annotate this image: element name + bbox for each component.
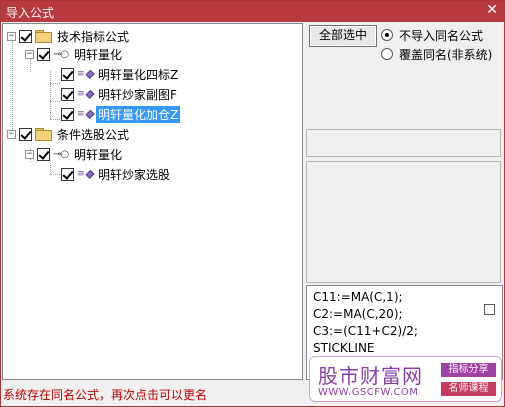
option-skip-same-name[interactable]: 不导入同名公式 [381,27,483,43]
import-formula-dialog: 导入公式 ✕ − 技术指标公式 − ⊸○ 明轩量化 ≡ 明轩量化四标Z ≡ 明轩… [0,0,505,407]
tree-node-formula[interactable]: ≡ 明轩炒家副图F [61,85,179,103]
tree-node-formula-selected[interactable]: ≡ 明轩量化加仓Z [61,105,181,123]
node-checkbox[interactable] [61,67,74,81]
watermark-tag: 名师课程 [441,382,496,396]
watermark-logo: 股市财富网 WWW.GSCFW.COM 指标分享 名师课程 [309,356,502,402]
node-checkbox[interactable] [61,167,74,181]
tree-node-label: 条件选股公式 [57,127,130,142]
info-panel [306,129,501,157]
node-checkbox[interactable] [61,87,74,101]
tree-node-formula[interactable]: ≡ 明轩量化四标Z [61,65,180,83]
radio-selected[interactable] [381,29,393,41]
select-all-button[interactable]: 全部选中 [309,25,377,47]
node-checkbox[interactable] [61,107,74,121]
collapse-icon[interactable]: − [7,31,16,41]
preview-checkbox[interactable] [484,304,495,315]
window-title: 导入公式 [6,6,55,20]
option-label: 不导入同名公式 [399,28,484,43]
watermark-url: WWW.GSCFW.COM [318,387,419,398]
description-panel [306,161,501,283]
node-checkbox[interactable] [37,147,50,161]
collapse-icon[interactable]: − [25,49,34,59]
radio-unselected[interactable] [381,48,393,60]
key-icon: ⊸○ [53,148,69,160]
formula-tree[interactable]: − 技术指标公式 − ⊸○ 明轩量化 ≡ 明轩量化四标Z ≡ 明轩炒家副图F ≡… [2,23,303,380]
close-icon[interactable]: ✕ [486,2,498,18]
folder-icon [35,30,52,43]
status-message: 系统存在同名公式，再次点击可以更名 [3,388,208,402]
node-checkbox[interactable] [37,47,50,61]
watermark-tag: 指标分享 [441,363,496,377]
formula-icon: ≡ [77,88,95,100]
watermark-brand: 股市财富网 [318,364,423,388]
collapse-icon[interactable]: − [25,149,34,159]
code-line: STICKLINE [313,341,375,355]
node-checkbox[interactable] [19,29,32,43]
tree-node-group[interactable]: − ⊸○ 明轩量化 [25,45,124,63]
tree-node-stock-screen[interactable]: − 条件选股公式 [7,125,131,143]
formula-icon: ≡ [77,168,95,180]
tree-node-tech-indicators[interactable]: − 技术指标公式 [7,27,131,45]
tree-node-label: 明轩量化 [74,47,123,62]
tree-node-formula[interactable]: ≡ 明轩炒家选股 [61,165,172,183]
key-icon: ⊸○ [53,48,69,60]
node-checkbox[interactable] [19,127,32,141]
option-overwrite-same-name[interactable]: 覆盖同名(非系统) [381,46,492,62]
collapse-icon[interactable]: − [7,129,16,139]
title-bar: 导入公式 ✕ [1,1,504,22]
code-line: C11:=MA(C,1); [313,290,403,304]
code-line: C3:=(C11+C2)/2; [313,324,418,338]
formula-icon: ≡ [77,68,95,80]
tree-node-label: 明轩量化 [74,147,123,162]
tree-node-label: 明轩炒家选股 [98,167,171,182]
tree-node-label: 明轩炒家副图F [98,87,177,102]
tree-node-label: 明轩量化四标Z [98,67,179,82]
tree-node-label: 技术指标公式 [57,29,130,44]
tree-node-label: 明轩量化加仓Z [96,105,181,123]
formula-icon: ≡ [77,108,95,120]
code-line: C2:=MA(C,20); [313,307,403,321]
folder-icon [35,128,52,141]
option-label: 覆盖同名(非系统) [399,47,493,62]
tree-node-group[interactable]: − ⊸○ 明轩量化 [25,145,124,163]
